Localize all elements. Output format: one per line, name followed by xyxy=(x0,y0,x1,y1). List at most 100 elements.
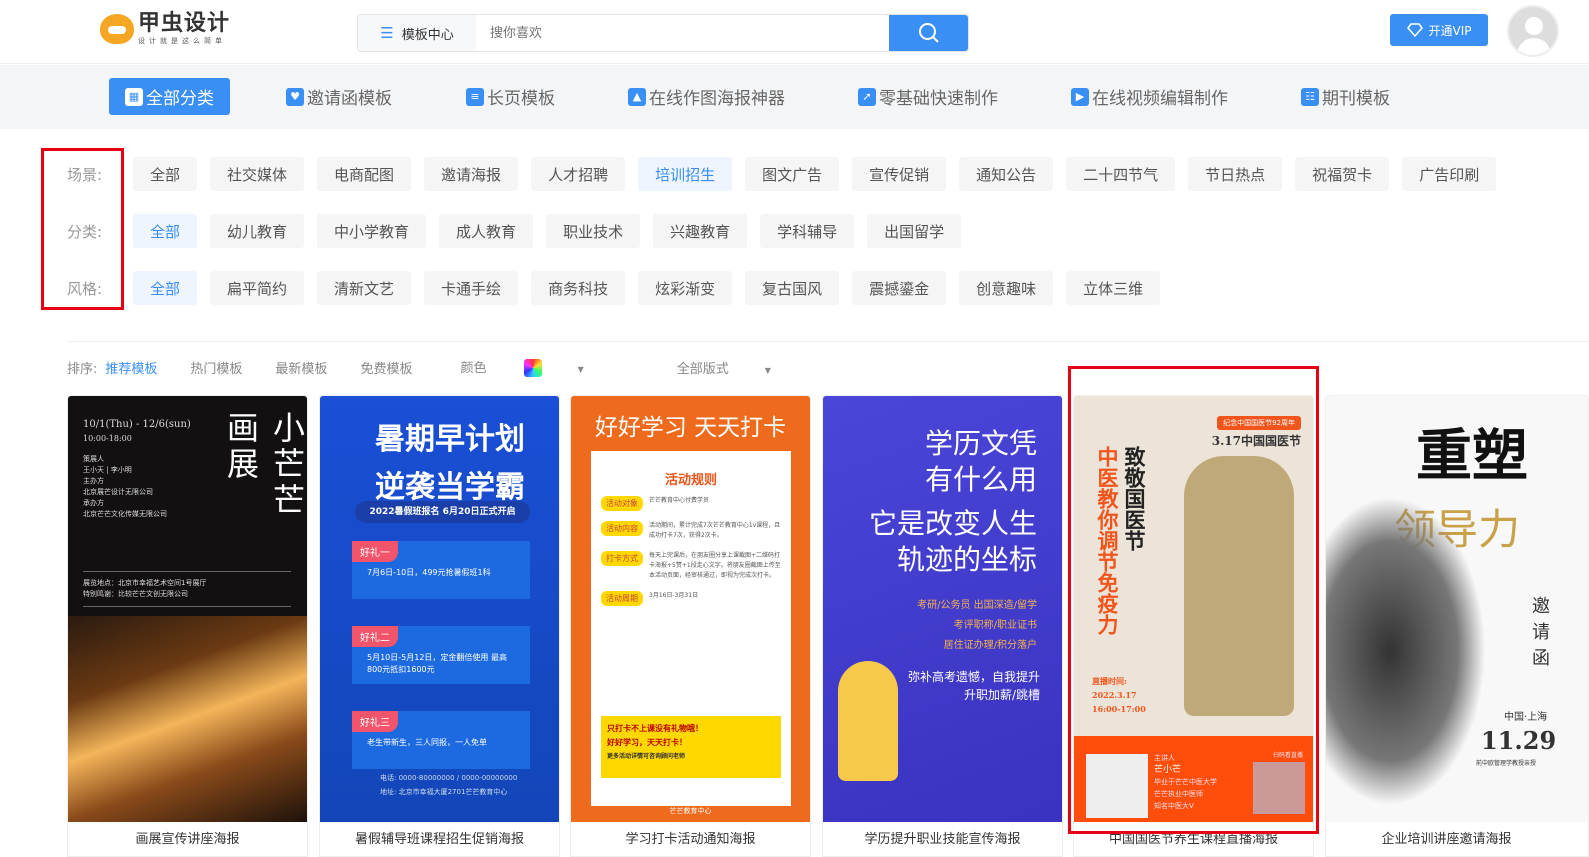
search-category-dropdown[interactable]: ☰ 模板中心 xyxy=(358,15,476,51)
filter-chip[interactable]: 培训招生 xyxy=(638,157,733,191)
poster-thumbnail: 重塑 领导力 邀请函 中国·上海 11.29 前中欧管理学教授亲授 xyxy=(1326,396,1588,822)
filter-chip[interactable]: 立体三维 xyxy=(1066,271,1161,305)
poster-text: 主办方 xyxy=(83,477,104,485)
filter-chip[interactable]: 复古国风 xyxy=(745,271,840,305)
template-card[interactable]: 暑期早计划 逆袭当学霸 2022暑假班报名 6月20日正式开启 好礼一 7月6日-… xyxy=(319,395,560,857)
card-title[interactable]: 画展宣传讲座海报 xyxy=(68,828,307,847)
nav-poster-tool[interactable]: ▲ 在线作图海报神器 xyxy=(628,78,785,115)
template-card[interactable]: 10/1(Thu) - 12/6(sun) 10:00-18:00 策展人 王小天… xyxy=(67,395,308,857)
template-card[interactable]: 学历文凭 有什么用 它是改变人生 轨迹的坐标 考研/公务员 出国深造/留学 考评职… xyxy=(822,395,1063,857)
card-title[interactable]: 学习打卡活动通知海报 xyxy=(571,828,810,847)
diamond-icon xyxy=(1406,23,1423,37)
gift-box: 好礼二 5月10日-5月12日，定金翻倍使用 最高800元抵扣1600元 xyxy=(352,626,530,684)
filter-chip[interactable]: 全部 xyxy=(133,271,198,305)
filter-chip[interactable]: 商务科技 xyxy=(531,271,626,305)
layout-filter[interactable]: 全部版式 ▼ xyxy=(677,358,804,377)
filter-chip[interactable]: 通知公告 xyxy=(959,157,1054,191)
filter-chip[interactable]: 兴趣教育 xyxy=(653,214,748,248)
rule-tag: 活动内容 xyxy=(601,521,643,536)
poster-text: 更多活动详情可咨询顾问老师 xyxy=(607,753,686,760)
filter-chip[interactable]: 宣传促销 xyxy=(852,157,947,191)
list-icon: ☷ xyxy=(1301,87,1319,106)
filter-chip[interactable]: 炫彩渐变 xyxy=(638,271,733,305)
template-card[interactable]: 好好学习 天天打卡 活动规则 活动对象 芒芒教育中心付费学员 活动内容 活动期间，累计… xyxy=(570,395,811,857)
vip-button[interactable]: 开通VIP xyxy=(1390,14,1488,46)
filter-chip[interactable]: 职业技术 xyxy=(546,214,641,248)
filter-chip[interactable]: 全部 xyxy=(133,214,198,248)
filter-chip[interactable]: 广告印刷 xyxy=(1402,157,1497,191)
poster-text: 考研/公务员 出国深造/留学 xyxy=(917,600,1037,611)
sort-popular[interactable]: 热门模板 xyxy=(190,358,242,377)
poster-thumbnail: 10/1(Thu) - 12/6(sun) 10:00-18:00 策展人 王小天… xyxy=(68,396,307,822)
vip-label: 开通VIP xyxy=(1428,23,1472,38)
poster-illustration xyxy=(68,616,307,822)
nav-invitation[interactable]: ♥ 邀请函模板 xyxy=(286,78,392,115)
poster-text: 升职加薪/跳槽 xyxy=(963,688,1040,702)
map-pin-icon: ♥ xyxy=(286,87,304,106)
filter-chip[interactable]: 图文广告 xyxy=(745,157,840,191)
card-title[interactable]: 学历提升职业技能宣传海报 xyxy=(823,828,1062,847)
poster-text: 王小天 | 李小明 xyxy=(83,466,132,474)
sort-newest[interactable]: 最新模板 xyxy=(275,358,327,377)
poster-text: 11.29 xyxy=(1481,726,1557,755)
poster-text: 10:00-18:00 xyxy=(83,434,132,443)
filter-chip[interactable]: 清新文艺 xyxy=(317,271,412,305)
sort-recommended[interactable]: 推荐模板 xyxy=(105,358,157,377)
filter-chip[interactable]: 扁平简约 xyxy=(210,271,305,305)
filter-chip[interactable]: 卡通手绘 xyxy=(424,271,519,305)
search-input[interactable] xyxy=(476,15,889,51)
nav-label: 零基础快速制作 xyxy=(879,89,998,109)
sort-free[interactable]: 免费模板 xyxy=(360,358,412,377)
filter-style: 风格: 全部 扁平简约 清新文艺 卡通手绘 商务科技 炫彩渐变 复古国风 震撼鎏金 创意趣味 立体… xyxy=(67,271,1161,305)
filter-chip[interactable]: 社交媒体 xyxy=(210,157,305,191)
divider xyxy=(67,341,1589,342)
sort-bar: 排序: 推荐模板 热门模板 最新模板 免费模板 颜色 ▼ 全部版式 ▼ xyxy=(67,357,837,378)
filter-chip[interactable]: 出国留学 xyxy=(867,214,962,248)
filter-chip[interactable]: 幼儿教育 xyxy=(210,214,305,248)
poster-text: 居住证办理/积分落户 xyxy=(943,640,1037,651)
filter-chip[interactable]: 邀请海报 xyxy=(424,157,519,191)
avatar[interactable] xyxy=(1507,5,1559,57)
search-button[interactable] xyxy=(889,15,968,51)
poster-headline: 轨迹的坐标 xyxy=(896,543,1037,576)
search-category-label: 模板中心 xyxy=(401,27,454,43)
nav-label: 邀请函模板 xyxy=(307,89,392,109)
nav-journal[interactable]: ☷ 期刊模板 xyxy=(1301,78,1390,115)
gift-tag: 好礼三 xyxy=(352,711,398,732)
filter-chip[interactable]: 创意趣味 xyxy=(959,271,1054,305)
poster-text: 承办方 xyxy=(83,499,104,507)
poster-text: 邀请函 xyxy=(1529,596,1550,674)
poster-paper: 活动规则 活动对象 芒芒教育中心付费学员 活动内容 活动期间，累计完成7次芒芒教育中心… xyxy=(591,451,791,806)
annotation-box-card xyxy=(1068,366,1319,834)
image-icon: ▲ xyxy=(628,87,646,106)
filter-chip[interactable]: 学科辅导 xyxy=(760,214,855,248)
poster-headline: 有什么用 xyxy=(924,463,1037,496)
nav-quick-make[interactable]: ➚ 零基础快速制作 xyxy=(858,78,998,115)
filter-chip[interactable]: 震撼鎏金 xyxy=(852,271,947,305)
filter-chip[interactable]: 电商配图 xyxy=(317,157,412,191)
filter-chip[interactable]: 全部 xyxy=(133,157,198,191)
gift-text: 7月6日-10日，499元抢暑假班1科 xyxy=(367,568,491,577)
filter-chip[interactable]: 中小学教育 xyxy=(317,214,427,248)
nav-long-page[interactable]: ≡ 长页模板 xyxy=(466,78,555,115)
poster-text: 10/1(Thu) - 12/6(sun) xyxy=(83,419,191,430)
gift-text: 5月10日-5月12日，定金翻倍使用 最高800元抵扣1600元 xyxy=(367,653,507,674)
filter-chip[interactable]: 祝福贺卡 xyxy=(1295,157,1390,191)
color-filter[interactable]: 颜色 ▼ xyxy=(460,357,616,378)
filter-chip[interactable]: 二十四节气 xyxy=(1066,157,1176,191)
nav-label: 在线视频编辑制作 xyxy=(1092,89,1228,109)
card-title[interactable]: 暑假辅导班课程招生促销海报 xyxy=(320,828,559,847)
nav-label: 在线作图海报神器 xyxy=(649,89,785,109)
nav-video-editor[interactable]: ▶ 在线视频编辑制作 xyxy=(1071,78,1228,115)
logo[interactable]: 甲虫设计 设计就是这么简单 xyxy=(100,12,230,46)
card-title[interactable]: 企业培训讲座邀请海报 xyxy=(1326,828,1567,847)
category-nav: ▦ 全部分类 ♥ 邀请函模板 ≡ 长页模板 ▲ 在线作图海报神器 ➚ 零基础快速制作 ▶ 在… xyxy=(0,65,1589,129)
nav-all-categories[interactable]: ▦ 全部分类 xyxy=(109,78,230,115)
filter-chip[interactable]: 成人教育 xyxy=(439,214,534,248)
rule-tag: 活动对象 xyxy=(601,496,643,511)
filter-chip[interactable]: 人才招聘 xyxy=(531,157,626,191)
template-card[interactable]: 重塑 领导力 邀请函 中国·上海 11.29 前中欧管理学教授亲授 企业培训讲座… xyxy=(1325,395,1589,857)
filter-chip[interactable]: 节日热点 xyxy=(1188,157,1283,191)
poster-headline: 重塑 xyxy=(1416,423,1528,489)
poster-text: 好好学习，天天打卡！ xyxy=(607,738,687,747)
